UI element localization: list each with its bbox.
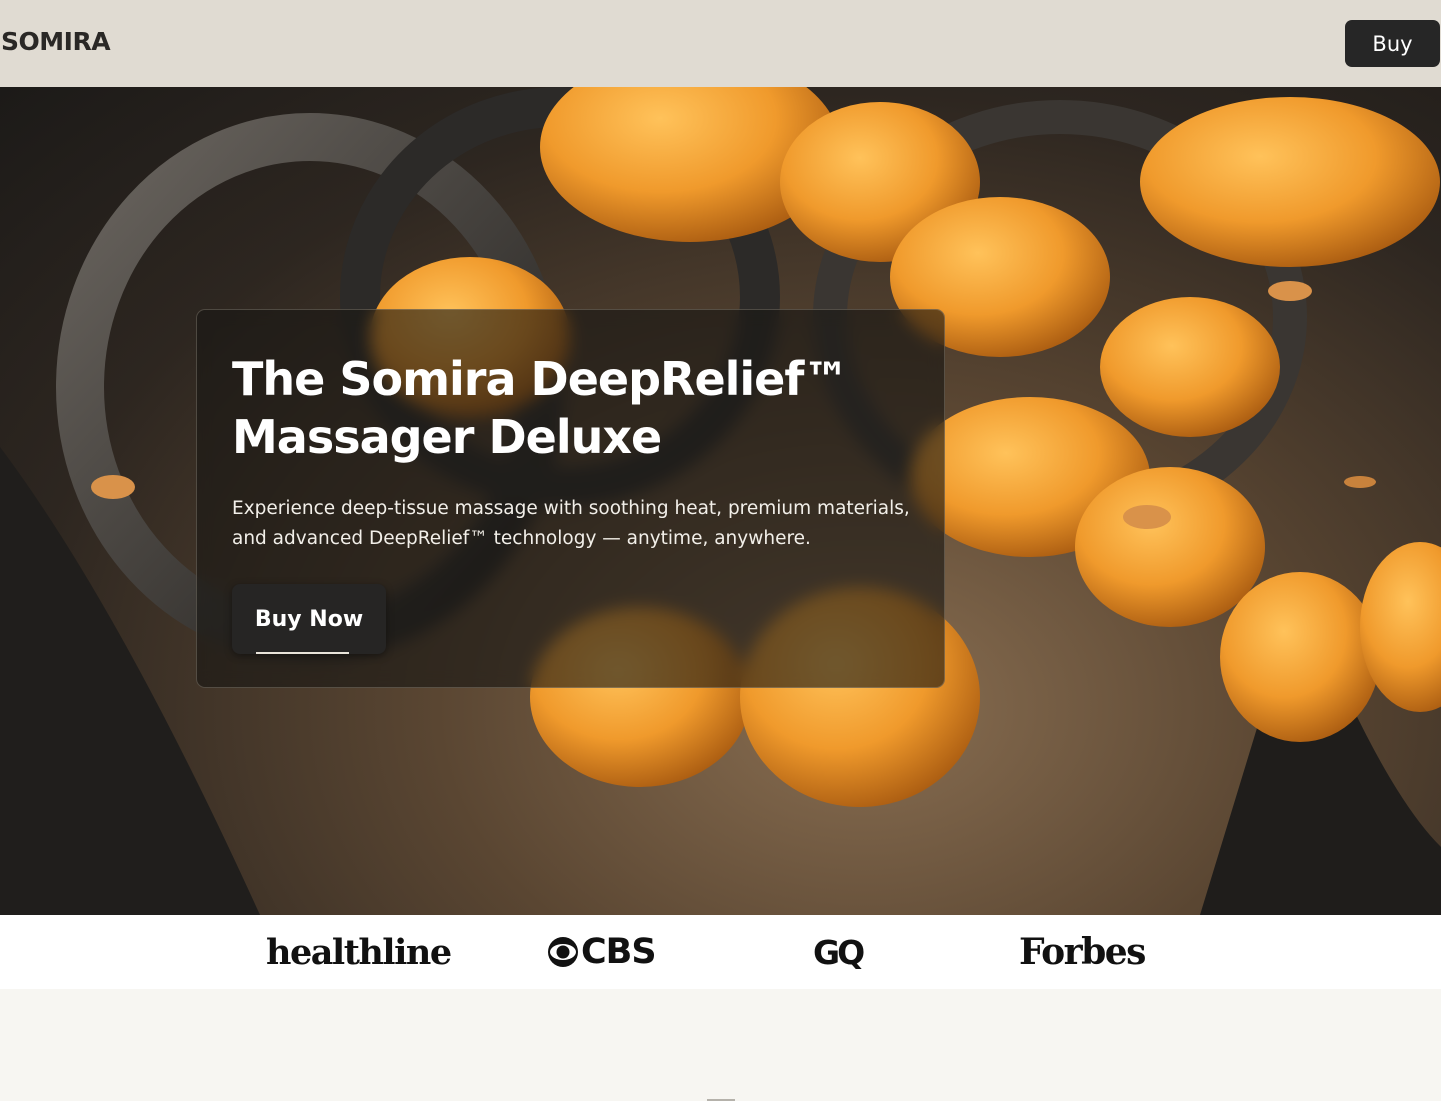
header-buy-button[interactable]: Buy [1345, 20, 1440, 67]
content-section [0, 989, 1441, 1101]
press-bar: healthline CBS GQ Forbes [0, 915, 1441, 989]
forbes-logo: Forbes [1019, 931, 1146, 973]
brand-logo[interactable]: SOMIRA [1, 27, 111, 56]
buy-now-button[interactable]: Buy Now [232, 584, 386, 654]
hero-card: The Somira DeepRelief™ Massager Deluxe E… [196, 309, 945, 688]
hero-title: The Somira DeepRelief™ Massager Deluxe [232, 352, 849, 464]
button-underline [256, 652, 349, 654]
cbs-eye-icon [548, 937, 578, 967]
cbs-logo: CBS [547, 915, 657, 989]
site-header: SOMIRA Buy [0, 0, 1441, 87]
healthline-logo: healthline [266, 931, 452, 973]
hero-section: The Somira DeepRelief™ Massager Deluxe E… [0, 87, 1441, 915]
cbs-wordmark: CBS [581, 932, 657, 972]
hero-description: Experience deep-tissue massage with soot… [232, 498, 910, 549]
gq-logo: GQ [813, 932, 865, 972]
buy-now-label: Buy Now [254, 606, 364, 632]
